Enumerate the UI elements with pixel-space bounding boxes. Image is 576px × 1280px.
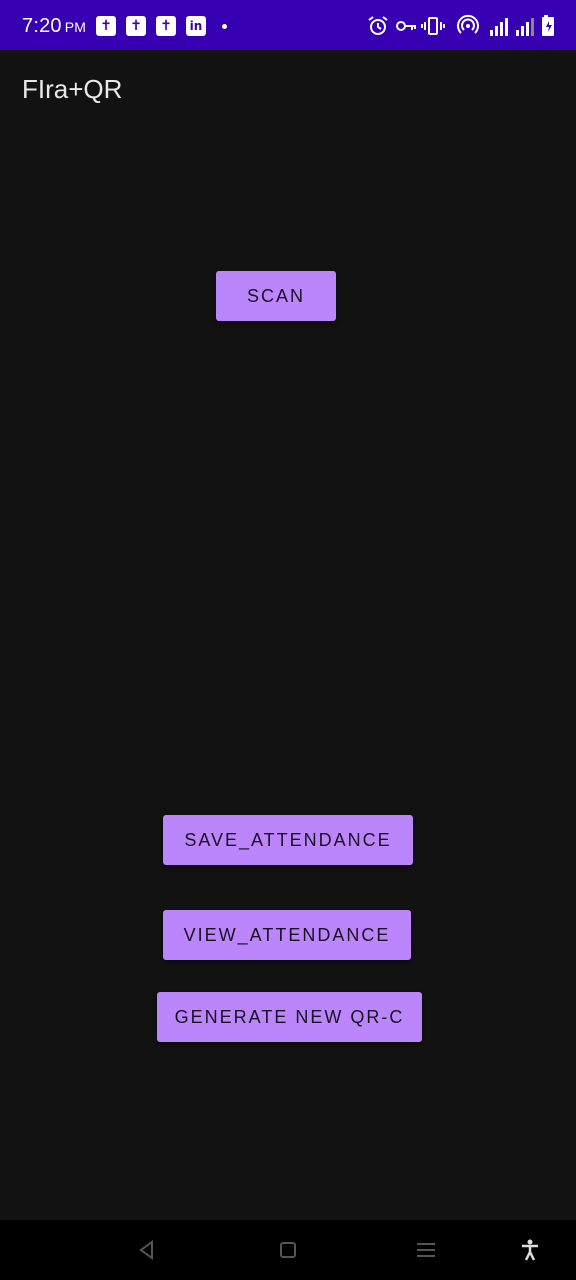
home-icon[interactable] bbox=[276, 1238, 300, 1262]
vpn-key-icon bbox=[396, 21, 416, 31]
vibrate-icon bbox=[421, 17, 445, 35]
status-time-value: 7:20 bbox=[22, 15, 62, 37]
app-title: FIra+QR bbox=[22, 74, 123, 104]
scan-button[interactable]: SCAN bbox=[216, 271, 336, 321]
status-bar: 7:20 PM ✝ ✝ ✝ in bbox=[0, 0, 576, 50]
view-attendance-button[interactable]: VIEW_ATTENDANCE bbox=[163, 910, 411, 960]
bible-app-icon: ✝ bbox=[126, 16, 146, 36]
accessibility-icon[interactable] bbox=[518, 1238, 542, 1262]
bible-app-icon: ✝ bbox=[96, 16, 116, 36]
signal-icon bbox=[490, 18, 534, 36]
hotspot-icon bbox=[457, 14, 479, 34]
battery-icon bbox=[542, 15, 554, 36]
save-attendance-button[interactable]: SAVE_ATTENDANCE bbox=[163, 815, 413, 865]
alarm-icon bbox=[368, 16, 388, 35]
navigation-bar bbox=[0, 1220, 576, 1280]
linkedin-icon: in bbox=[186, 16, 206, 36]
status-time-ampm: PM bbox=[64, 19, 87, 35]
generate-qr-button[interactable]: GENERATE NEW QR-C bbox=[157, 992, 422, 1042]
bible-app-icon: ✝ bbox=[156, 16, 176, 36]
status-time: 7:20 PM bbox=[22, 15, 86, 38]
recents-icon[interactable] bbox=[414, 1238, 438, 1262]
back-icon[interactable] bbox=[135, 1238, 159, 1262]
more-notifications-dot bbox=[222, 24, 227, 29]
